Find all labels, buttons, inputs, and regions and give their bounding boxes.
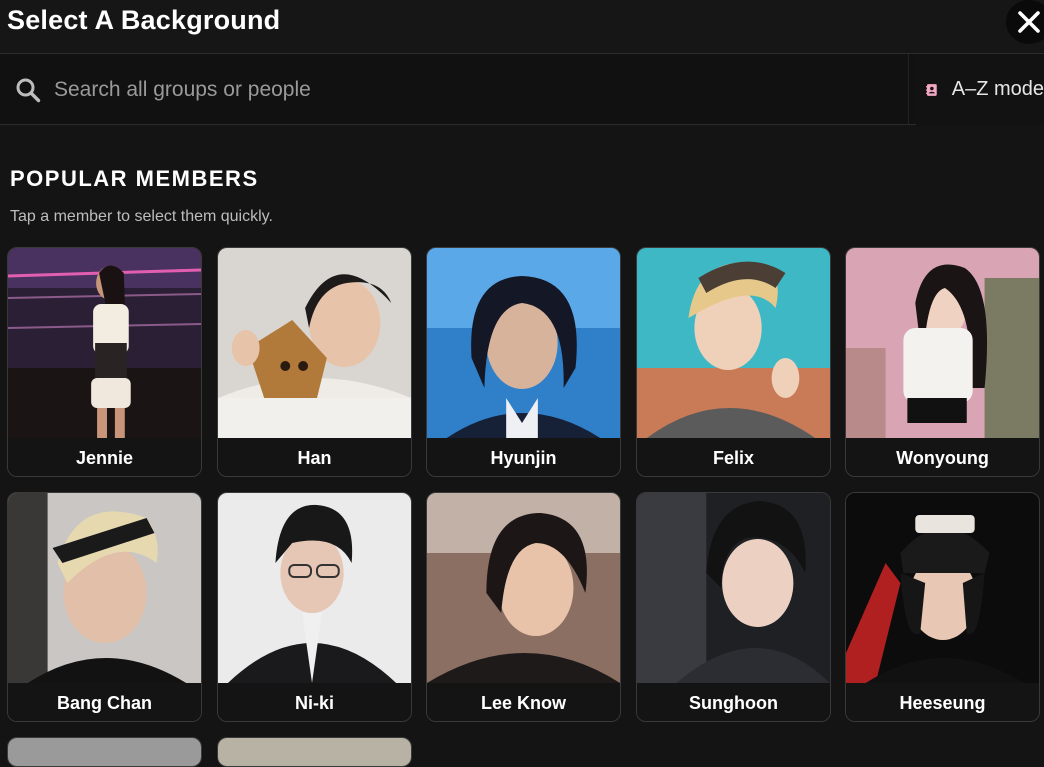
member-photo [8, 248, 201, 438]
section-subtitle: Tap a member to select them quickly. [10, 208, 273, 225]
member-name: Bang Chan [8, 683, 201, 721]
member-card-heeseung[interactable]: Heeseung [845, 492, 1040, 722]
member-name: Wonyoung [846, 438, 1039, 476]
member-photo [637, 248, 830, 438]
member-photo [218, 493, 411, 683]
member-card-ni-ki[interactable]: Ni-ki [217, 492, 412, 722]
contact-book-icon [926, 83, 937, 96]
member-card-bang-chan[interactable]: Bang Chan [7, 492, 202, 722]
member-name: Sunghoon [637, 683, 830, 721]
search-bar: A–Z mode [0, 54, 1044, 125]
member-grid: Jennie Han Hyunjin Felix Wonyoung Bang C… [7, 247, 1044, 767]
member-card-wonyoung[interactable]: Wonyoung [845, 247, 1040, 477]
member-photo [637, 493, 830, 683]
section-title: POPULAR MEMBERS [10, 166, 259, 191]
member-name: Han [218, 438, 411, 476]
member-photo [846, 248, 1039, 438]
modal-title: Select A Background [7, 5, 281, 35]
close-icon [1018, 11, 1040, 33]
member-card-felix[interactable]: Felix [636, 247, 831, 477]
member-card-sunghoon[interactable]: Sunghoon [636, 492, 831, 722]
member-name: Ni-ki [218, 683, 411, 721]
member-card-han[interactable]: Han [217, 247, 412, 477]
member-photo [846, 493, 1039, 683]
search-icon [16, 78, 41, 103]
member-card-partial[interactable] [7, 737, 202, 767]
az-divider [908, 54, 909, 125]
member-name: Hyunjin [427, 438, 620, 476]
member-photo [427, 248, 620, 438]
search-input[interactable] [54, 72, 654, 108]
member-card-partial[interactable] [217, 737, 412, 767]
close-button[interactable] [1006, 0, 1044, 44]
az-mode-label: A–Z mode [951, 78, 1044, 100]
member-photo [8, 738, 201, 766]
member-card-lee-know[interactable]: Lee Know [426, 492, 621, 722]
member-photo [218, 248, 411, 438]
az-mode-button[interactable]: A–Z mode [916, 54, 1044, 125]
member-photo [218, 738, 411, 766]
member-name: Felix [637, 438, 830, 476]
member-card-hyunjin[interactable]: Hyunjin [426, 247, 621, 477]
member-name: Heeseung [846, 683, 1039, 721]
member-photo [427, 493, 620, 683]
modal-header: Select A Background [0, 0, 1044, 54]
member-card-jennie[interactable]: Jennie [7, 247, 202, 477]
member-photo [8, 493, 201, 683]
member-name: Jennie [8, 438, 201, 476]
member-name: Lee Know [427, 683, 620, 721]
